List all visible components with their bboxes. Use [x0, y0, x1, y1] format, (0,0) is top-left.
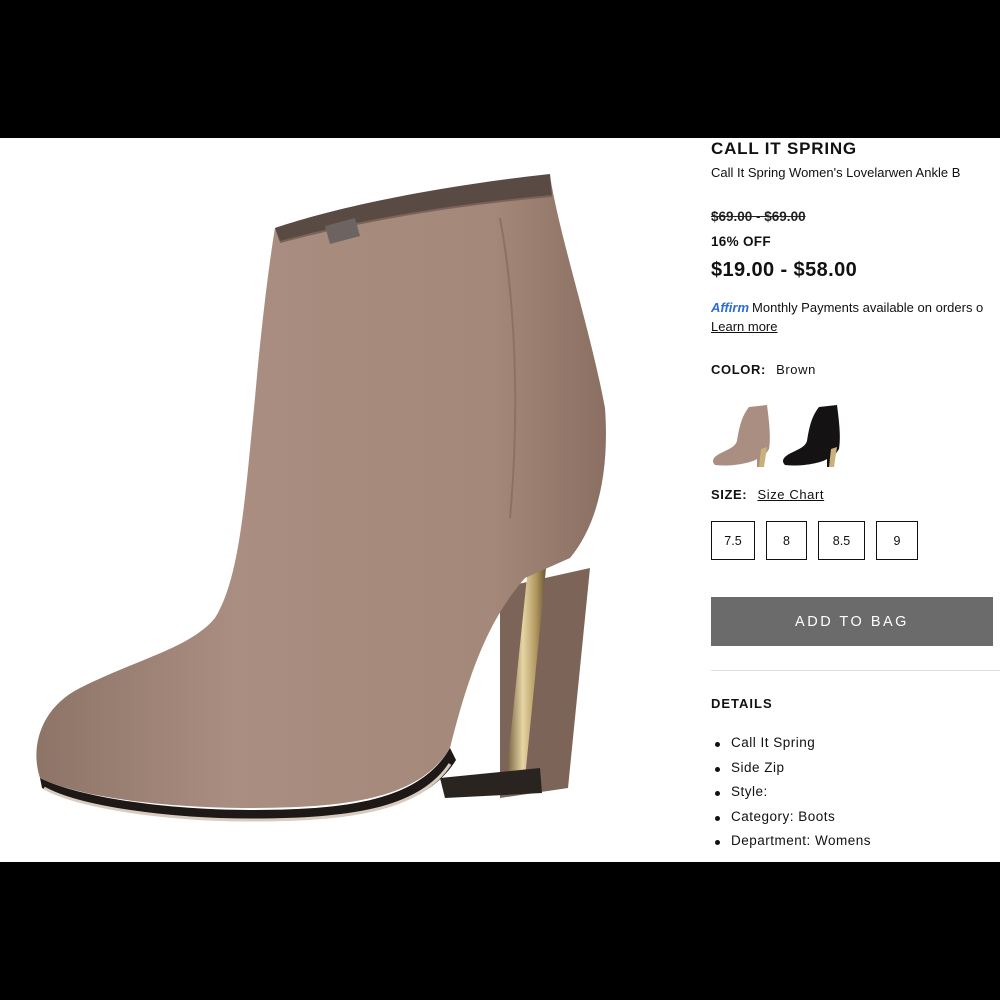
- product-name: Call It Spring Women's Lovelarwen Ankle …: [711, 165, 961, 180]
- affirm-logo: Affirm: [711, 300, 750, 315]
- size-chart-link[interactable]: Size Chart: [757, 487, 824, 502]
- color-selector-label: COLOR: Brown: [711, 362, 816, 377]
- product-page: CALL IT SPRING Call It Spring Women's Lo…: [0, 138, 1000, 862]
- brand-name: CALL IT SPRING: [711, 139, 857, 158]
- details-item: Side Zip: [711, 760, 871, 785]
- product-info-panel: CALL IT SPRING Call It Spring Women's Lo…: [711, 138, 1000, 862]
- color-label: COLOR:: [711, 362, 766, 377]
- original-price: $69.00 - $69.00: [711, 209, 806, 224]
- details-list: Call It Spring Side Zip Style: Category:…: [711, 735, 871, 858]
- add-to-bag-button[interactable]: ADD TO BAG: [711, 597, 993, 646]
- black-boot-swatch[interactable]: [781, 401, 843, 473]
- details-item: Category: Boots: [711, 809, 871, 834]
- selected-color: Brown: [776, 362, 816, 377]
- affirm-text: Monthly Payments available on orders o: [752, 300, 984, 315]
- details-item: Department: Womens: [711, 833, 871, 858]
- size-option-8-5[interactable]: 8.5: [818, 521, 865, 560]
- details-item: Style:: [711, 784, 871, 809]
- discount-label: 16% OFF: [711, 234, 771, 249]
- section-divider: [711, 670, 1000, 671]
- details-heading: DETAILS: [711, 696, 773, 711]
- size-selector-label: SIZE: Size Chart: [711, 487, 824, 502]
- details-item: Call It Spring: [711, 735, 871, 760]
- sale-price: $19.00 - $58.00: [711, 259, 858, 281]
- affirm-promo: Affirm Monthly Payments available on orde…: [711, 300, 983, 315]
- product-image: [36, 174, 606, 822]
- size-option-9[interactable]: 9: [876, 521, 918, 560]
- size-option-7-5[interactable]: 7.5: [711, 521, 755, 560]
- learn-more-link[interactable]: Learn more: [711, 319, 777, 334]
- size-option-8[interactable]: 8: [766, 521, 807, 560]
- screenshot-frame: CALL IT SPRING Call It Spring Women's Lo…: [0, 0, 1000, 1000]
- size-label: SIZE:: [711, 487, 748, 502]
- brown-boot-swatch[interactable]: [711, 401, 773, 473]
